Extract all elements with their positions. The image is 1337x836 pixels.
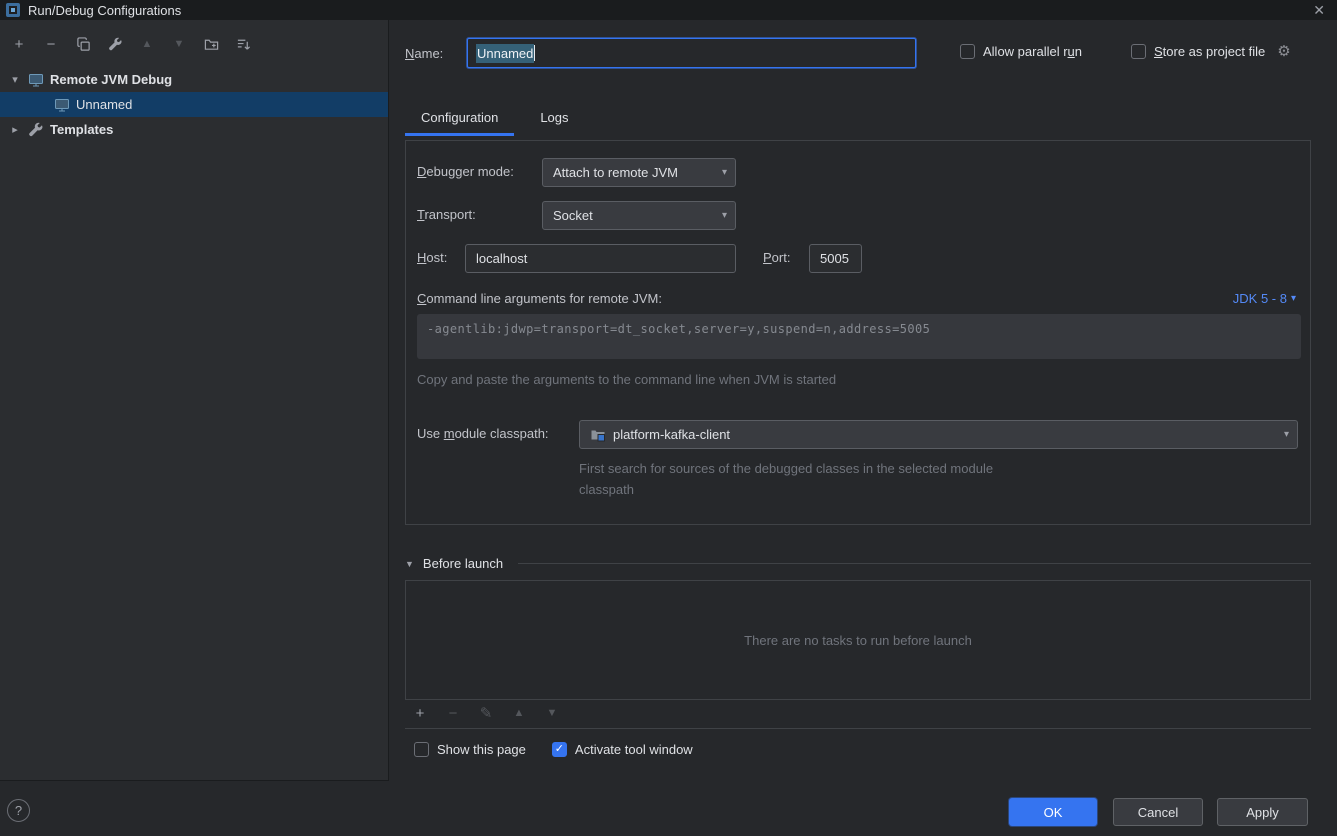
tree-group-remote-jvm-debug[interactable]: ▾ Remote JVM Debug [0, 67, 388, 92]
add-task-button[interactable]: + [409, 702, 431, 724]
configurations-sidebar: + − ▲ ▼ ▾ Remote JVM Debug Unnamed ▸ Tem… [0, 20, 389, 781]
cancel-button[interactable]: Cancel [1113, 798, 1203, 826]
checkbox-unchecked[interactable] [960, 44, 975, 59]
configuration-panel: Debugger mode: Attach to remote JVM ▾ Tr… [405, 140, 1311, 525]
debugger-mode-select[interactable]: Attach to remote JVM ▾ [542, 158, 736, 187]
cmdline-args-value: -agentlib:jdwp=transport=dt_socket,serve… [427, 322, 931, 336]
move-task-down-icon[interactable]: ▼ [541, 702, 563, 724]
titlebar: Run/Debug Configurations [0, 0, 1337, 20]
sidebar-toolbar: + − ▲ ▼ [0, 20, 388, 64]
page-options-row: Show this page ✓ Activate tool window [414, 742, 693, 757]
run-debug-configurations-dialog: Run/Debug Configurations ✕ + − ▲ ▼ ▾ Rem… [0, 0, 1337, 836]
remove-configuration-button[interactable]: − [40, 33, 62, 55]
transport-label: Transport: [417, 207, 476, 222]
edit-templates-wrench-icon[interactable] [104, 33, 126, 55]
checkbox-unchecked[interactable] [1131, 44, 1146, 59]
jdk-version-label: JDK 5 - 8 [1232, 291, 1287, 306]
name-input-selected-text: Unnamed [476, 43, 535, 63]
before-launch-empty-text: There are no tasks to run before launch [744, 632, 972, 648]
ok-button[interactable]: OK [1009, 798, 1097, 826]
checkbox-unchecked[interactable] [414, 742, 429, 757]
checkbox-checked[interactable]: ✓ [551, 742, 567, 757]
remote-jvm-debug-icon [55, 98, 69, 111]
cmdline-args-label: Command line arguments for remote JVM: [417, 291, 662, 306]
apply-button[interactable]: Apply [1217, 798, 1308, 826]
chevron-down-icon: ▾ [721, 210, 727, 221]
activate-tool-window-checkbox[interactable]: ✓ Activate tool window [551, 742, 693, 757]
tab-logs[interactable]: Logs [524, 103, 584, 136]
cmdline-hint: Copy and paste the arguments to the comm… [417, 372, 837, 387]
app-icon [6, 3, 20, 17]
tree-item-label: Unnamed [76, 97, 133, 112]
text-caret [534, 45, 536, 61]
allow-parallel-run-label: Allow parallel run [983, 44, 1083, 59]
show-this-page-label: Show this page [437, 742, 526, 757]
tree-group-templates[interactable]: ▸ Templates [0, 117, 388, 142]
dialog-title: Run/Debug Configurations [28, 2, 182, 18]
before-launch-tasks-panel: There are no tasks to run before launch [405, 580, 1311, 700]
port-input[interactable]: 5005 [809, 244, 862, 273]
gear-icon[interactable]: ⚙ [1277, 44, 1290, 59]
debugger-mode-label: Debugger mode: [417, 164, 514, 179]
module-classpath-hint: First search for sources of the debugged… [579, 461, 994, 497]
host-input[interactable]: localhost [465, 244, 736, 273]
section-divider [518, 563, 1311, 564]
tab-bar: Configuration Logs [405, 103, 585, 136]
show-this-page-checkbox[interactable]: Show this page [414, 742, 526, 757]
module-classpath-value: platform-kafka-client [613, 427, 731, 442]
tree-item-unnamed[interactable]: Unnamed [0, 92, 388, 117]
tree-group-label: Templates [50, 122, 114, 137]
horizontal-divider [405, 728, 1311, 729]
chevron-down-icon[interactable]: ▾ [8, 73, 22, 86]
activate-tool-window-label: Activate tool window [574, 742, 693, 757]
chevron-down-icon: ▾ [721, 167, 727, 178]
create-folder-icon[interactable] [200, 33, 222, 55]
remove-task-button[interactable]: − [442, 702, 464, 724]
chevron-down-icon: ▾ [1290, 293, 1296, 304]
move-down-icon[interactable]: ▼ [168, 33, 190, 55]
copy-configuration-icon[interactable] [72, 33, 94, 55]
transport-select[interactable]: Socket ▾ [542, 201, 736, 230]
tree-group-label: Remote JVM Debug [50, 72, 173, 87]
help-button[interactable]: ? [7, 799, 30, 822]
configuration-tree: ▾ Remote JVM Debug Unnamed ▸ Templates [0, 67, 388, 142]
tab-configuration[interactable]: Configuration [405, 103, 515, 136]
sort-configurations-icon[interactable] [232, 33, 254, 55]
close-icon[interactable]: ✕ [1313, 1, 1325, 19]
store-as-project-file-checkbox[interactable]: Store as project file ⚙ [1131, 44, 1291, 59]
before-launch-header: ▼ Before launch [405, 556, 1311, 571]
edit-task-pencil-icon[interactable]: ✎ [475, 702, 497, 724]
move-up-icon[interactable]: ▲ [136, 33, 158, 55]
name-input[interactable]: Unnamed [467, 38, 916, 68]
move-task-up-icon[interactable]: ▲ [508, 702, 530, 724]
module-icon [591, 430, 605, 441]
jdk-version-link[interactable]: JDK 5 - 8 ▾ [1233, 291, 1296, 306]
remote-jvm-debug-icon [29, 73, 43, 86]
transport-value: Socket [553, 208, 593, 223]
add-configuration-button[interactable]: + [8, 33, 30, 55]
chevron-right-icon[interactable]: ▸ [8, 123, 22, 136]
cmdline-args-readonly-field[interactable]: -agentlib:jdwp=transport=dt_socket,serve… [417, 314, 1301, 359]
store-as-project-file-label: Store as project file [1154, 44, 1266, 59]
host-label: Host: [417, 250, 448, 265]
allow-parallel-run-checkbox[interactable]: Allow parallel run [960, 44, 1082, 59]
port-label: Port: [763, 250, 791, 265]
debugger-mode-value: Attach to remote JVM [553, 165, 678, 180]
chevron-down-icon: ▾ [1283, 429, 1289, 440]
name-label: Name: [405, 46, 444, 61]
port-value: 5005 [820, 251, 849, 266]
collapse-arrow-icon[interactable]: ▼ [405, 559, 414, 569]
before-launch-title: Before launch [422, 556, 504, 571]
tasks-toolbar: + − ✎ ▲ ▼ [409, 702, 563, 724]
host-value: localhost [476, 251, 528, 266]
module-classpath-select[interactable]: platform-kafka-client ▾ [579, 420, 1298, 449]
templates-wrench-icon [29, 122, 43, 136]
module-classpath-label: Use module classpath: [417, 426, 549, 441]
